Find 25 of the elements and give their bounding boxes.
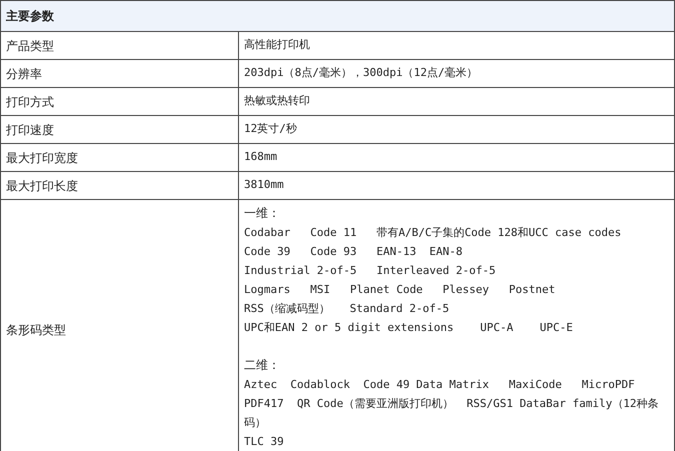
barcode-list-line: TLC 39 xyxy=(244,434,285,450)
table-cell: 最大打印长度 xyxy=(1,172,239,199)
table-cell-text: 高性能打印机 xyxy=(243,37,311,54)
barcode-list-line: Codabar Code 11 带有A/B/C子集的Code 128和UCC case codes xyxy=(244,225,622,241)
group-heading: 一维： xyxy=(244,205,281,222)
table-cell: 分辨率 xyxy=(1,60,239,87)
barcode-list-line: UPC和EAN 2 or 5 digit extensions UPC-A UPC-E xyxy=(244,320,574,336)
barcode-list-line: PDF417 QR Code（需要亚洲版打印机） RSS/GS1 DataBar family（12种条码） xyxy=(244,396,660,431)
table-cell: 产品类型 xyxy=(1,32,239,59)
barcode-list-line: Industrial 2-of-5 Interleaved 2-of-5 xyxy=(244,263,497,279)
table-cell-text: 热敏或热转印 xyxy=(243,93,311,110)
table-header: 主要参数 xyxy=(1,1,674,32)
barcode-list-line: RSS（缩减码型） Standard 2-of-5 xyxy=(244,301,450,317)
table-cell: 最大打印宽度 xyxy=(1,144,239,171)
group-heading: 二维： xyxy=(244,357,281,374)
table-cell-text: 203dpi（8点/毫米），300dpi（12点/毫米） xyxy=(243,65,479,82)
table-cell: 打印速度 xyxy=(1,116,239,143)
barcode-list-line: Code 39 Code 93 EAN-13 EAN-8 xyxy=(244,244,464,260)
barcode-list-line: Logmars MSI Planet Code Plessey Postnet xyxy=(244,282,556,298)
table-cell-text: 168mm xyxy=(243,149,278,166)
table-cell-text: 3810mm xyxy=(243,177,285,194)
table-cell: 打印方式 xyxy=(1,88,239,115)
table-cell: 条形码类型 xyxy=(1,200,239,451)
table-cell-text: 12英寸/秒 xyxy=(243,121,298,138)
barcode-list-line: Aztec Codablock Code 49 Data Matrix MaxiCode MicroPDF xyxy=(244,377,636,393)
